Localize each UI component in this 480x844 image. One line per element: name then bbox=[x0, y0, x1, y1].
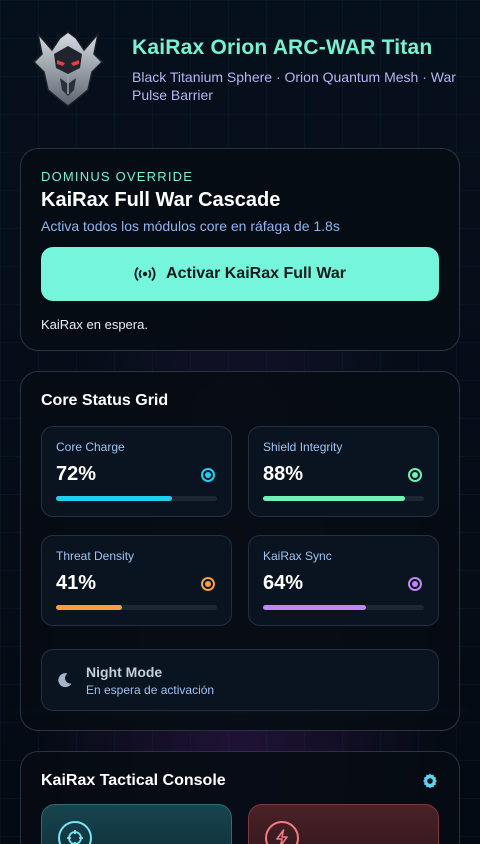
app-title: KaiRax Orion ARC-WAR Titan bbox=[132, 36, 433, 59]
status-tile-label: Threat Density bbox=[56, 549, 135, 563]
console-title: KaiRax Tactical Console bbox=[41, 772, 226, 789]
app-header: KaiRax Orion ARC-WAR Titan Black Titaniu… bbox=[30, 28, 460, 108]
app-subtitle: Black Titanium Sphere · Orion Quantum Me… bbox=[132, 69, 456, 103]
override-card: DOMINUS OVERRIDE KaiRax Full War Cascade… bbox=[20, 148, 460, 351]
core-status-title: Core Status Grid bbox=[41, 392, 169, 409]
status-dot-icon bbox=[201, 468, 215, 482]
status-tile-value: 64% bbox=[263, 572, 304, 594]
broadcast-icon bbox=[134, 266, 156, 282]
status-tile-threat-density: Threat Density 41% bbox=[41, 535, 232, 626]
status-dot-icon bbox=[201, 577, 215, 591]
core-status-tiles: Core Charge 72% Shield Integrity 88% Thr… bbox=[41, 426, 439, 626]
override-kicker: DOMINUS OVERRIDE bbox=[41, 169, 194, 184]
core-status-card: Core Status Grid Core Charge 72% Shield … bbox=[20, 371, 460, 731]
status-progress-bar bbox=[263, 605, 424, 610]
console-tile-power[interactable] bbox=[248, 804, 439, 844]
status-progress-bar bbox=[56, 496, 217, 501]
activate-full-war-button[interactable]: Activar KaiRax Full War bbox=[41, 247, 439, 301]
status-tile-value: 41% bbox=[56, 572, 97, 594]
status-progress-fill bbox=[263, 496, 405, 501]
app-screen: KaiRax Orion ARC-WAR Titan Black Titaniu… bbox=[0, 0, 480, 844]
status-tile-shield-integrity: Shield Integrity 88% bbox=[248, 426, 439, 517]
crosshair-icon bbox=[58, 821, 92, 844]
night-mode-sublabel: En espera de activación bbox=[86, 682, 215, 697]
status-progress-fill bbox=[56, 496, 172, 501]
status-progress-bar bbox=[263, 496, 424, 501]
night-mode-toggle[interactable]: Night Mode En espera de activación bbox=[41, 649, 439, 711]
lightning-icon bbox=[265, 821, 299, 844]
status-tile-value: 72% bbox=[56, 463, 97, 485]
activate-full-war-label: Activar KaiRax Full War bbox=[166, 265, 346, 282]
status-dot-icon bbox=[408, 468, 422, 482]
status-tile-core-charge: Core Charge 72% bbox=[41, 426, 232, 517]
tactical-console-card: KaiRax Tactical Console bbox=[20, 751, 460, 844]
moon-icon bbox=[58, 673, 72, 688]
status-tile-label: Shield Integrity bbox=[263, 440, 343, 454]
night-mode-label: Night Mode bbox=[86, 663, 163, 680]
override-status-text: KaiRax en espera. bbox=[41, 317, 148, 332]
status-tile-value: 88% bbox=[263, 463, 304, 485]
status-tile-label: Core Charge bbox=[56, 440, 125, 454]
status-tile-label: KaiRax Sync bbox=[263, 549, 332, 563]
status-progress-bar bbox=[56, 605, 217, 610]
status-dot-icon bbox=[408, 577, 422, 591]
status-tile-kairax-sync: KaiRax Sync 64% bbox=[248, 535, 439, 626]
override-title: KaiRax Full War Cascade bbox=[41, 189, 281, 211]
gear-icon[interactable] bbox=[421, 772, 439, 790]
console-tile-targeting[interactable] bbox=[41, 804, 232, 844]
demon-helmet-logo bbox=[32, 31, 104, 107]
override-description: Activa todos los módulos core en ráfaga … bbox=[41, 218, 340, 234]
status-progress-fill bbox=[263, 605, 367, 610]
status-progress-fill bbox=[56, 605, 122, 610]
